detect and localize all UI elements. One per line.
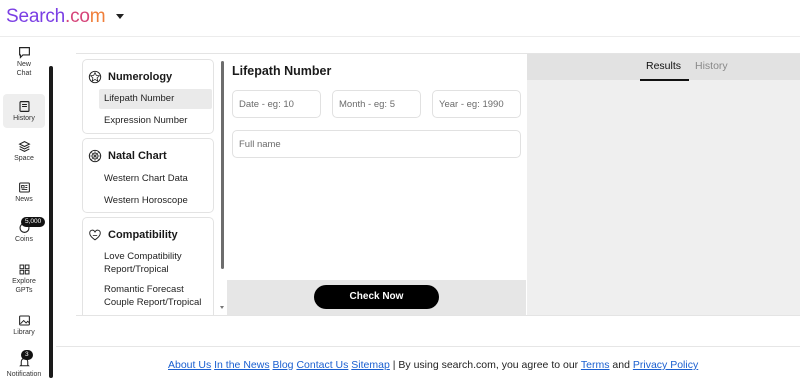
footer: About Us In the News Blog Contact Us Sit…: [168, 359, 698, 371]
category-item-western-horoscope[interactable]: Western Horoscope: [83, 192, 213, 210]
full-name-field[interactable]: [232, 130, 521, 158]
date-field[interactable]: [232, 90, 321, 118]
logo-part-3: m: [89, 6, 106, 27]
logo-part-1: Search: [6, 6, 66, 27]
rail-explore-gpts[interactable]: Explore GPTs: [3, 263, 45, 295]
category-title-text: Numerology: [108, 71, 173, 83]
rail-label: Coins: [15, 236, 33, 243]
category-numerology: Numerology Lifepath Number Expression Nu…: [82, 59, 214, 134]
logo[interactable]: Search.com: [6, 6, 106, 28]
footer-link-in-the-news[interactable]: In the News: [214, 359, 269, 371]
chevron-down-icon[interactable]: [116, 14, 124, 19]
left-rail: New Chat History Space News Coins 5,000 …: [0, 38, 48, 380]
footer-link-contact-us[interactable]: Contact Us: [296, 359, 348, 371]
form-title: Lifepath Number: [232, 64, 332, 78]
numerology-icon: [88, 70, 102, 84]
rail-scrollbar[interactable]: [49, 66, 53, 378]
check-now-button[interactable]: Check Now: [314, 285, 439, 309]
active-tab-indicator: [640, 79, 689, 81]
category-title: Numerology: [83, 60, 213, 86]
category-item-love-compatibility[interactable]: Love Compatibility Report/Tropical: [83, 250, 213, 276]
layers-icon: [17, 141, 31, 152]
rail-library[interactable]: Library: [3, 314, 45, 338]
rail-label: Library: [13, 329, 35, 336]
scroll-down-arrow-icon[interactable]: [220, 306, 224, 309]
category-item-romantic-forecast[interactable]: Romantic Forecast Couple Report/Tropical: [83, 283, 213, 309]
rail-news[interactable]: News: [3, 181, 45, 205]
footer-and-text: and: [612, 359, 630, 371]
category-title: Compatibility: [83, 218, 213, 244]
rail-label: News: [15, 196, 33, 203]
footer-separator: |: [392, 359, 396, 371]
rail-label: Explore: [12, 278, 36, 285]
category-item-western-chart-data[interactable]: Western Chart Data: [83, 170, 213, 188]
month-field[interactable]: [332, 90, 421, 118]
grid-icon: [19, 264, 29, 275]
footer-agreement-text: By using search.com, you agree to our: [398, 359, 579, 371]
zodiac-wheel-icon: [88, 149, 102, 163]
footer-link-blog[interactable]: Blog: [273, 359, 294, 371]
footer-divider: [56, 346, 800, 347]
rail-history[interactable]: History: [3, 94, 45, 128]
image-icon: [18, 315, 30, 326]
footer-link-sitemap[interactable]: Sitemap: [351, 359, 390, 371]
results-area: [527, 54, 800, 315]
category-list: Numerology Lifepath Number Expression Nu…: [80, 57, 217, 315]
category-title-text: Natal Chart: [108, 150, 167, 162]
top-header: Search.com: [0, 0, 800, 37]
rail-space[interactable]: Space: [3, 140, 45, 164]
hearts-icon: [89, 229, 101, 241]
tab-history[interactable]: History: [695, 60, 728, 72]
rail-new-chat[interactable]: New Chat: [3, 46, 45, 78]
history-icon: [18, 101, 30, 112]
category-natal-chart: Natal Chart Western Chart Data Western H…: [82, 138, 214, 213]
rail-label: Chat: [16, 69, 32, 77]
rail-label: Space: [14, 155, 34, 162]
category-compatibility: Compatibility Love Compatibility Report/…: [82, 217, 214, 315]
rail-label: New: [16, 61, 31, 68]
category-title-text: Compatibility: [108, 229, 178, 241]
category-item-lifepath-number[interactable]: Lifepath Number: [99, 89, 212, 109]
logo-part-2: .co: [65, 6, 90, 27]
footer-link-privacy-policy[interactable]: Privacy Policy: [633, 359, 698, 371]
category-scrollbar[interactable]: [221, 61, 224, 269]
footer-link-about-us[interactable]: About Us: [168, 359, 211, 371]
coins-badge: 5,000: [21, 217, 46, 227]
rail-label: History: [13, 115, 35, 122]
year-field[interactable]: [432, 90, 521, 118]
category-item-expression-number[interactable]: Expression Number: [83, 112, 213, 130]
rail-label: Notification: [6, 371, 42, 378]
tab-results[interactable]: Results: [646, 60, 681, 72]
rail-label: GPTs: [15, 286, 33, 294]
chat-bubble-icon: [18, 47, 30, 59]
news-icon: [18, 182, 30, 193]
footer-link-terms[interactable]: Terms: [581, 359, 610, 371]
notification-badge: 3: [21, 350, 33, 360]
category-title: Natal Chart: [83, 139, 213, 165]
